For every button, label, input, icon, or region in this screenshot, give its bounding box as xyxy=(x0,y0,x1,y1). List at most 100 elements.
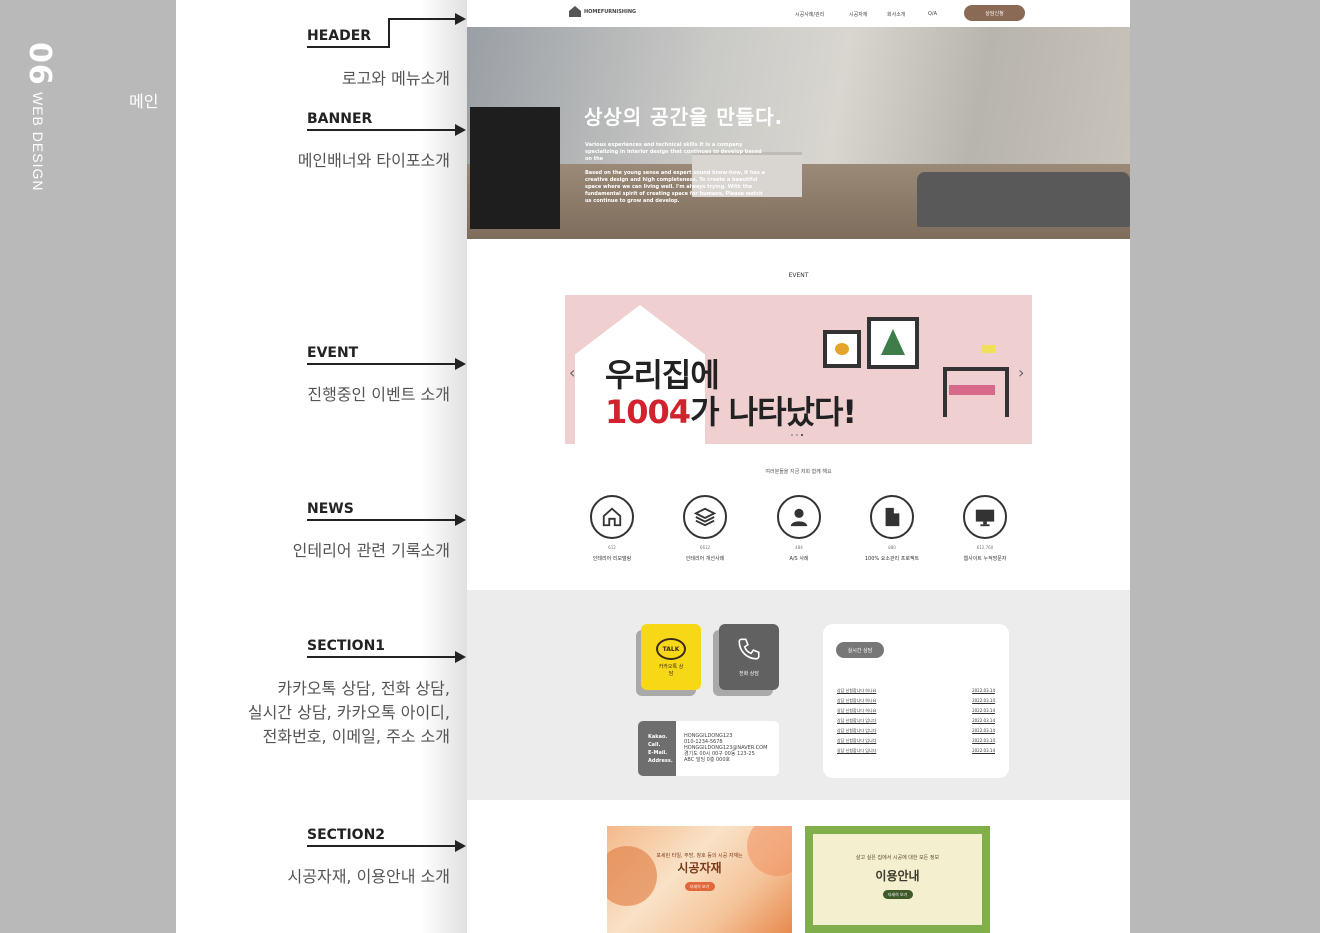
document-icon xyxy=(870,495,914,539)
realtime-consult-card: 실시간 상담 상담 신청합니다 하나요 2022.03.14 상담 신청합니다 하… xyxy=(823,624,1009,778)
guide-more-button[interactable]: 자세히 보기 xyxy=(882,890,913,899)
contact-labels: Kakao. Call. E-Mail. Address. xyxy=(638,721,676,776)
next-arrow-icon[interactable]: › xyxy=(1018,363,1024,382)
section-desc-header: 로고와 메뉴소개 xyxy=(341,69,450,88)
left-gray-area xyxy=(0,0,176,933)
consult-row[interactable]: 상담 신청합니다 입니다 2022.03.14 xyxy=(837,748,995,754)
section-title-banner: BANNER xyxy=(307,111,373,127)
section-title-header: HEADER xyxy=(307,28,372,44)
site-logo[interactable]: HOMEFURNISHING xyxy=(569,6,636,17)
section-title-event: EVENT xyxy=(307,345,359,361)
contact-values: HONGGILDONG123 010-1234-5678 HONGGILDONG… xyxy=(684,733,767,763)
news-label: 인테리어 리모델링 xyxy=(592,556,632,562)
kakao-consult-label: 카카오톡 상담 xyxy=(658,664,684,677)
consult-row[interactable]: 상담 신청합니다 입니다 2022.03.14 xyxy=(837,718,995,724)
news-heading: 여러분들을 지금 저희 함께 해요 xyxy=(765,469,832,475)
contact-label: Address. xyxy=(648,758,673,764)
news-number: 484 xyxy=(795,545,803,550)
frame-tree xyxy=(867,317,919,369)
section-desc-section1-line2: 실시간 상담, 카카오톡 아이디, xyxy=(247,703,450,722)
section-line xyxy=(307,46,389,48)
connector-line xyxy=(388,18,390,48)
main-banner: 상상의 공간을 만들다. Various experiences and tec… xyxy=(467,27,1130,239)
arrow-head xyxy=(455,840,466,852)
event-slider[interactable]: 우리집에 1004가 나타났다! ‹ › xyxy=(565,295,1032,444)
consult-row[interactable]: 상담 신청합니다 입니다 2022.03.14 xyxy=(837,738,995,744)
nav-item-materials[interactable]: 시공자재 xyxy=(849,11,867,18)
event-title: EVENT xyxy=(788,272,809,279)
monitor-icon xyxy=(963,495,1007,539)
event-headline-2: 1004가 나타났다! xyxy=(605,387,857,433)
nav-item-cases[interactable]: 시공사례/관리 xyxy=(795,11,824,18)
contact-info-card: Kakao. Call. E-Mail. Address. HONGGILDON… xyxy=(638,721,779,776)
right-gray-area xyxy=(1130,0,1320,933)
phone-consult-button[interactable]: 전화 상담 xyxy=(719,624,779,690)
section-desc-event: 진행중인 이벤트 소개 xyxy=(307,385,450,404)
consult-row[interactable]: 상담 신청합니다 입니다 2022.03.14 xyxy=(837,728,995,734)
guide-subtitle: 살고 싶은 집에서 시공에 대한 모든 정보 xyxy=(855,855,940,861)
slider-dot[interactable] xyxy=(791,434,793,436)
house-icon xyxy=(590,495,634,539)
frame-butterfly xyxy=(823,330,861,368)
consult-request-button[interactable]: 상담신청 xyxy=(964,5,1025,21)
materials-title: 시공자재 xyxy=(677,861,722,875)
arrow-head xyxy=(455,651,466,663)
contact-label: Kakao. xyxy=(648,734,668,740)
section-desc-news: 인테리어 관련 기록소개 xyxy=(292,541,450,560)
phone-icon xyxy=(719,636,779,666)
news-number: 612 xyxy=(608,545,616,550)
lamp xyxy=(981,345,995,353)
contact-address-2: ABC 빌딩 0층 000호 xyxy=(684,757,731,763)
news-number: 612,760 xyxy=(976,545,994,550)
connector-line xyxy=(388,18,456,20)
news-label: 인테리어 개선사례 xyxy=(685,556,725,562)
nav-item-about[interactable]: 회사소개 xyxy=(887,11,905,18)
section-title-section1: SECTION1 xyxy=(307,638,386,654)
consult-row[interactable]: 상담 신청합니다 하나요 2022.03.14 xyxy=(837,688,995,694)
kakao-talk-icon: TALK xyxy=(656,638,686,660)
news-item: 612,760 웹사이트 누적방문자 xyxy=(945,495,1025,562)
logo-text: HOMEFURNISHING xyxy=(584,8,637,15)
phone-consult-label: 전화 상담 xyxy=(739,671,759,677)
site-header: HOMEFURNISHING 시공사례/관리 시공자재 회사소개 Q/A 상담신… xyxy=(467,0,1130,28)
materials-card[interactable]: 포세린 타일, 주방, 창호 등의 시공 자재는 시공자재 자세히 보기 xyxy=(607,826,792,933)
nav-item-qa[interactable]: Q/A xyxy=(928,11,937,17)
house-logo-icon xyxy=(569,6,581,17)
portfolio-category: WEB DESIGN xyxy=(30,92,46,192)
section-line xyxy=(307,129,457,131)
kakao-consult-button[interactable]: TALK 카카오톡 상담 xyxy=(641,624,701,690)
section-line xyxy=(307,845,457,847)
banner-text: Various experiences and technical skills… xyxy=(585,142,765,205)
slider-dot-active[interactable] xyxy=(801,434,803,436)
guide-card[interactable]: 살고 싶은 집에서 시공에 대한 모든 정보 이용안내 자세히 보기 xyxy=(805,826,990,933)
section-line xyxy=(307,519,457,521)
contact-label: E-Mail. xyxy=(648,750,668,756)
section2: 포세린 타일, 주방, 창호 등의 시공 자재는 시공자재 자세히 보기 살고 … xyxy=(467,800,1130,933)
materials-more-button[interactable]: 자세히 보기 xyxy=(684,882,715,891)
panel-shadow xyxy=(420,0,467,933)
prev-arrow-icon[interactable]: ‹ xyxy=(569,363,575,382)
news-item: 880 100% 요소관리 프로젝트 xyxy=(852,495,932,562)
section-line xyxy=(307,656,457,658)
consult-row[interactable]: 상담 신청합니다 하나요 2022.03.14 xyxy=(837,698,995,704)
news-label: 100% 요소관리 프로젝트 xyxy=(864,556,920,562)
news-item: 6612 인테리어 개선사례 xyxy=(665,495,745,562)
section-desc-section1-line1: 카카오톡 상담, 전화 상담, xyxy=(277,679,450,698)
section-title-news: NEWS xyxy=(307,501,354,517)
slider-dots[interactable] xyxy=(791,434,803,436)
layers-icon xyxy=(683,495,727,539)
contact-label: Call. xyxy=(648,742,661,748)
event-headline-2-text: 가 나타났다! xyxy=(690,393,857,431)
realtime-consult-button[interactable]: 실시간 상담 xyxy=(836,642,884,658)
news-number: 6612 xyxy=(699,545,711,550)
guide-title: 이용안내 xyxy=(875,869,920,883)
arrow-head xyxy=(455,13,466,25)
materials-subtitle: 포세린 타일, 주방, 창호 등의 시공 자재는 xyxy=(656,853,743,859)
section-desc-section2: 시공자재, 이용안내 소개 xyxy=(287,867,450,886)
slider-dot[interactable] xyxy=(796,434,798,436)
consult-row[interactable]: 상담 신청합니다 하나요 2022.03.14 xyxy=(837,708,995,714)
banner-title: 상상의 공간을 만들다. xyxy=(584,105,784,129)
shelf-books xyxy=(949,385,995,395)
news-item: 612 인테리어 리모델링 xyxy=(572,495,652,562)
section-desc-banner: 메인배너와 타이포소개 xyxy=(297,151,450,170)
